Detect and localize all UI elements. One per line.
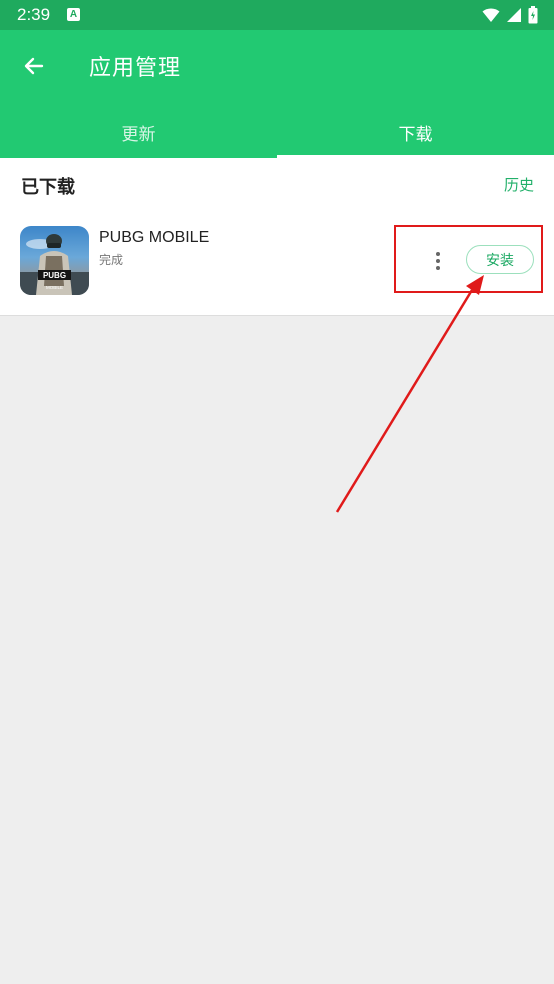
list-item[interactable]: PUBG MOBILE PUBG MOBILE 完成 安装 bbox=[0, 222, 554, 300]
a-letter-icon: A bbox=[67, 8, 80, 21]
status-time: 2:39 bbox=[17, 5, 51, 24]
history-link[interactable]: 历史 bbox=[504, 174, 534, 195]
more-dot bbox=[436, 252, 440, 256]
tab-download[interactable]: 下载 bbox=[277, 106, 554, 158]
downloaded-section: 已下载 历史 PUBG MOBILE PUBG MOBILE 完成 安装 bbox=[0, 158, 554, 316]
svg-text:MOBILE: MOBILE bbox=[46, 285, 63, 290]
status-icons bbox=[482, 6, 538, 24]
status-bar: 2:39 A bbox=[0, 0, 554, 30]
wifi-icon bbox=[482, 8, 500, 22]
tab-update-label: 更新 bbox=[121, 124, 156, 145]
more-vertical-icon[interactable] bbox=[428, 246, 448, 276]
app-status: 完成 bbox=[99, 253, 124, 267]
arrow-left-icon bbox=[24, 57, 44, 75]
more-dot bbox=[436, 259, 440, 263]
tab-download-label: 下载 bbox=[398, 124, 433, 145]
more-dot bbox=[436, 266, 440, 270]
signal-icon bbox=[507, 8, 521, 22]
app-name: PUBG MOBILE bbox=[99, 229, 210, 246]
tab-update[interactable]: 更新 bbox=[0, 106, 277, 158]
app-bar: 应用管理 更新 下载 bbox=[0, 30, 554, 158]
battery-icon bbox=[528, 6, 538, 24]
page-title: 应用管理 bbox=[89, 56, 182, 81]
install-button[interactable]: 安装 bbox=[466, 245, 534, 274]
app-manager-screen: 2:39 A 应用管理 更新 下载 已下载 历史 PUBG MOBILE PUB… bbox=[0, 0, 554, 984]
back-button[interactable] bbox=[16, 48, 52, 84]
pubg-app-icon: PUBG MOBILE bbox=[20, 226, 89, 295]
section-title: 已下载 bbox=[21, 177, 75, 198]
svg-text:PUBG: PUBG bbox=[43, 271, 66, 280]
